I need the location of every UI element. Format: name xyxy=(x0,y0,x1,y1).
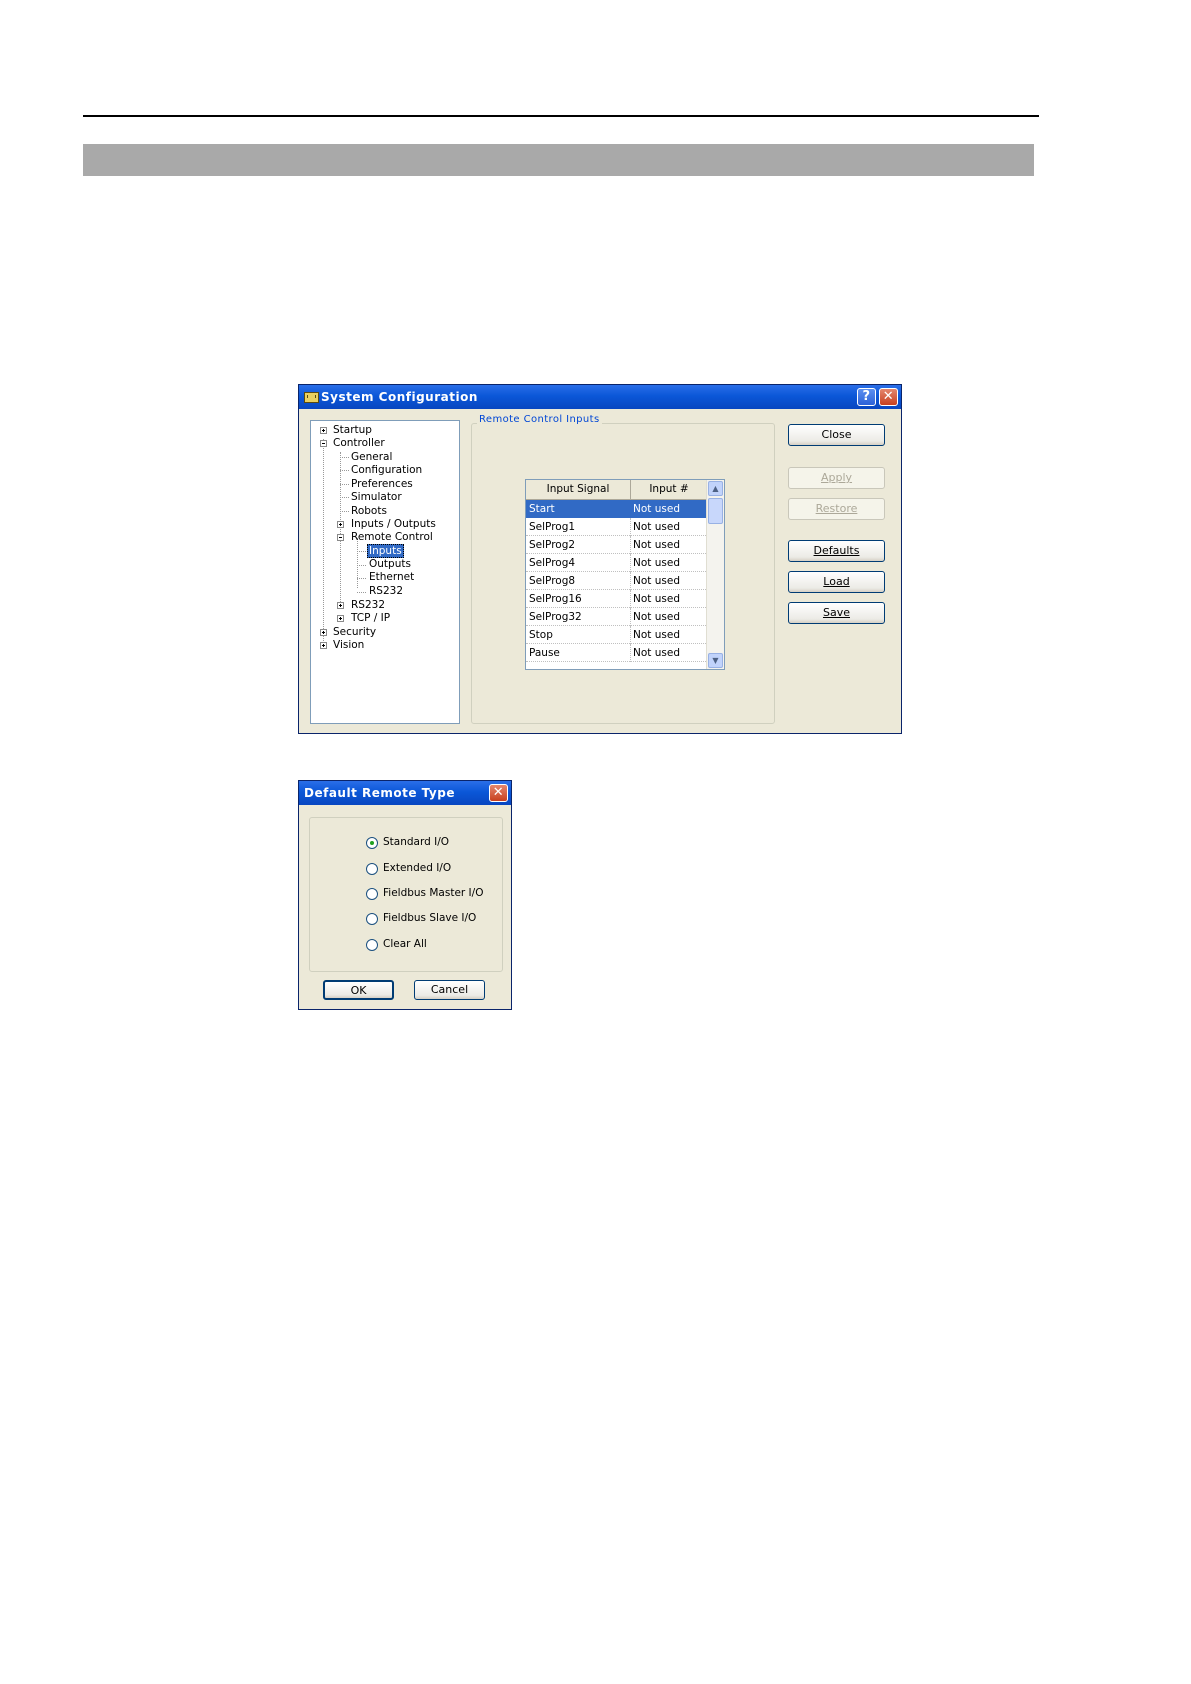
window-title: System Configuration xyxy=(321,390,478,404)
table-row[interactable]: SelProg4 Not used xyxy=(526,554,708,572)
page-header-rule xyxy=(83,115,1039,117)
table-row[interactable]: SelProg1 Not used xyxy=(526,518,708,536)
tree-item-rs232-remote[interactable]: RS232 xyxy=(369,585,403,597)
column-header-input-number[interactable]: Input # xyxy=(631,480,708,500)
expand-icon[interactable] xyxy=(320,642,327,649)
close-icon[interactable]: ✕ xyxy=(879,388,898,406)
expand-icon[interactable] xyxy=(337,521,344,528)
expand-icon[interactable] xyxy=(320,629,327,636)
table-row[interactable]: SelProg32 Not used xyxy=(526,608,708,626)
tree-item-ethernet[interactable]: Ethernet xyxy=(369,571,414,583)
default-remote-type-dialog: Default Remote Type ✕ Standard I/O Exten… xyxy=(298,780,512,1010)
column-header-input-signal[interactable]: Input Signal xyxy=(526,480,631,500)
tree-item-configuration[interactable]: Configuration xyxy=(351,464,422,476)
scroll-thumb[interactable] xyxy=(708,498,723,524)
radio-icon[interactable] xyxy=(366,939,378,951)
tree-item-simulator[interactable]: Simulator xyxy=(351,491,402,503)
table-row[interactable]: SelProg2 Not used xyxy=(526,536,708,554)
section-heading-bar xyxy=(83,144,1034,176)
table-scrollbar[interactable]: ▲ ▼ xyxy=(706,480,724,669)
tree-item-vision[interactable]: Vision xyxy=(333,639,364,651)
help-icon[interactable]: ? xyxy=(857,388,876,406)
table-row[interactable]: SelProg8 Not used xyxy=(526,572,708,590)
dialog-title: Default Remote Type xyxy=(304,786,455,800)
collapse-icon[interactable] xyxy=(320,440,327,447)
expand-icon[interactable] xyxy=(320,427,327,434)
tree-item-rs232[interactable]: RS232 xyxy=(351,599,385,611)
table-row[interactable]: SelProg16 Not used xyxy=(526,590,708,608)
cancel-button[interactable]: Cancel xyxy=(414,980,485,1000)
tree-item-controller[interactable]: Controller xyxy=(333,437,385,449)
ok-button[interactable]: OK xyxy=(323,980,394,1000)
radio-icon[interactable] xyxy=(366,913,378,925)
apply-button[interactable]: Apply xyxy=(788,467,885,489)
title-bar[interactable]: System Configuration ? ✕ xyxy=(299,385,901,409)
radio-selected-icon[interactable] xyxy=(366,837,378,849)
scroll-up-icon[interactable]: ▲ xyxy=(708,481,723,496)
remote-type-group: Standard I/O Extended I/O Fieldbus Maste… xyxy=(309,817,503,972)
tree-item-preferences[interactable]: Preferences xyxy=(351,478,413,490)
table-row[interactable]: Start Not used xyxy=(526,500,708,518)
expand-icon[interactable] xyxy=(337,615,344,622)
tree-item-robots[interactable]: Robots xyxy=(351,505,387,517)
app-icon xyxy=(304,392,319,403)
tree-item-startup[interactable]: Startup xyxy=(333,424,372,436)
radio-icon[interactable] xyxy=(366,863,378,875)
radio-icon[interactable] xyxy=(366,888,378,900)
load-button[interactable]: Load xyxy=(788,571,885,593)
tree-item-remote-control[interactable]: Remote Control xyxy=(351,531,433,543)
save-button[interactable]: Save xyxy=(788,602,885,624)
config-tree[interactable]: Startup Controller General Configuration… xyxy=(310,420,460,724)
collapse-icon[interactable] xyxy=(337,534,344,541)
group-label: Remote Control Inputs xyxy=(477,414,602,425)
close-button[interactable]: Close xyxy=(788,424,885,446)
input-signal-table[interactable]: Input Signal Input # Start Not used SelP… xyxy=(525,479,725,670)
tree-item-inputs-outputs[interactable]: Inputs / Outputs xyxy=(351,518,436,530)
title-bar[interactable]: Default Remote Type ✕ xyxy=(299,781,511,805)
close-icon[interactable]: ✕ xyxy=(489,784,508,802)
scroll-down-icon[interactable]: ▼ xyxy=(708,653,723,668)
defaults-button[interactable]: Defaults xyxy=(788,540,885,562)
table-row[interactable]: Pause Not used xyxy=(526,644,708,662)
tree-item-inputs[interactable]: Inputs xyxy=(367,544,404,558)
tree-item-security[interactable]: Security xyxy=(333,626,376,638)
tree-item-tcpip[interactable]: TCP / IP xyxy=(351,612,390,624)
restore-button[interactable]: Restore xyxy=(788,498,885,520)
table-row[interactable]: Stop Not used xyxy=(526,626,708,644)
system-configuration-window: System Configuration ? ✕ Startup Control… xyxy=(298,384,902,734)
expand-icon[interactable] xyxy=(337,602,344,609)
tree-item-outputs[interactable]: Outputs xyxy=(369,558,411,570)
tree-item-general[interactable]: General xyxy=(351,451,392,463)
